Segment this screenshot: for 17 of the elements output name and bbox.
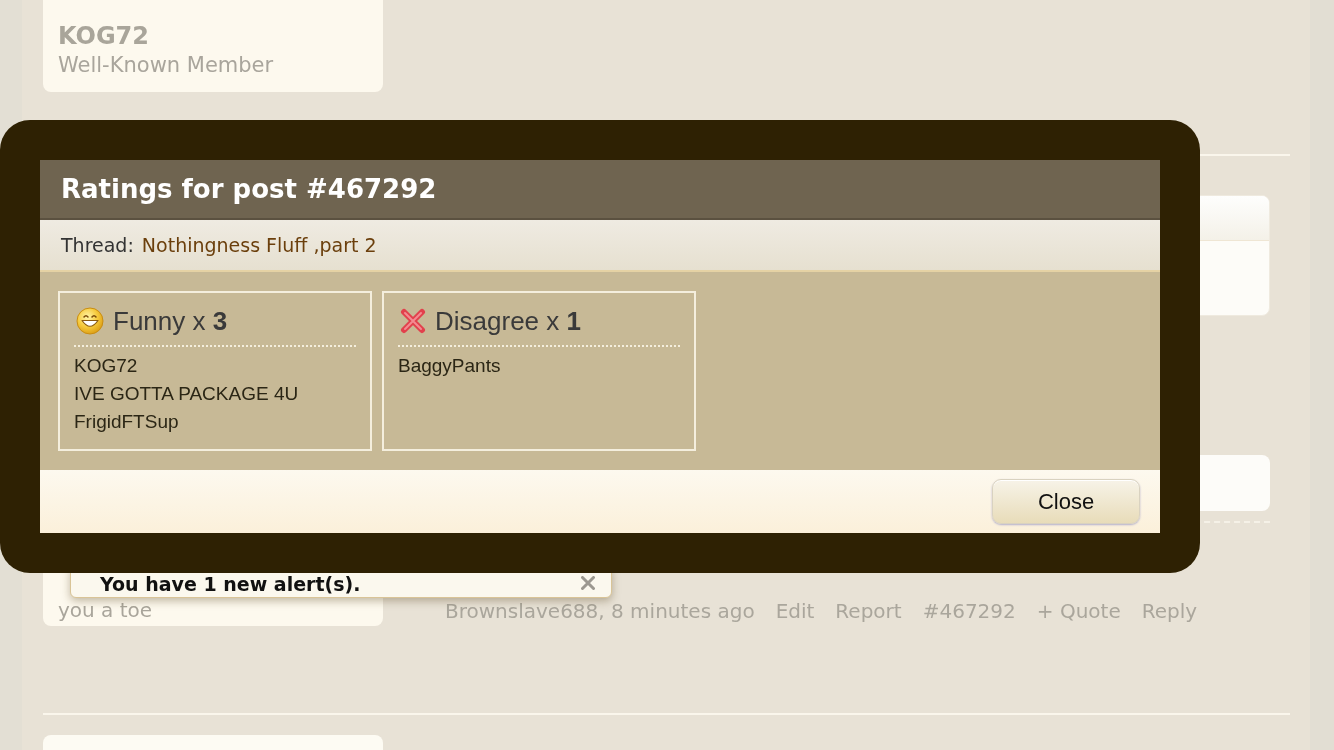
- user-link[interactable]: IVE GOTTA PACKAGE 4U: [74, 380, 299, 408]
- cross-icon: [400, 308, 426, 334]
- user-link[interactable]: KOG72: [74, 352, 138, 380]
- dialog-title: Ratings for post #467292: [61, 174, 437, 204]
- rating-heading: Funny x 3: [113, 306, 228, 336]
- rating-heading: Disagree x 1: [435, 306, 581, 336]
- user-link[interactable]: FrigidFTSup: [74, 408, 179, 436]
- alert-text: You have 1 new alert(s).: [100, 573, 361, 595]
- grin-icon: [76, 307, 104, 335]
- user-title: Well-Known Member: [58, 52, 274, 79]
- close-icon[interactable]: [581, 576, 595, 590]
- message-text: you a toe: [58, 600, 153, 620]
- post-byline: Brownslave688, 8 minutes ago: [445, 600, 755, 622]
- close-button[interactable]: Close: [992, 479, 1140, 524]
- user-link[interactable]: BaggyPants: [398, 352, 501, 380]
- thread-label: Thread:: [61, 234, 134, 256]
- thread-link[interactable]: Nothingness Fluff ,part 2: [141, 234, 377, 256]
